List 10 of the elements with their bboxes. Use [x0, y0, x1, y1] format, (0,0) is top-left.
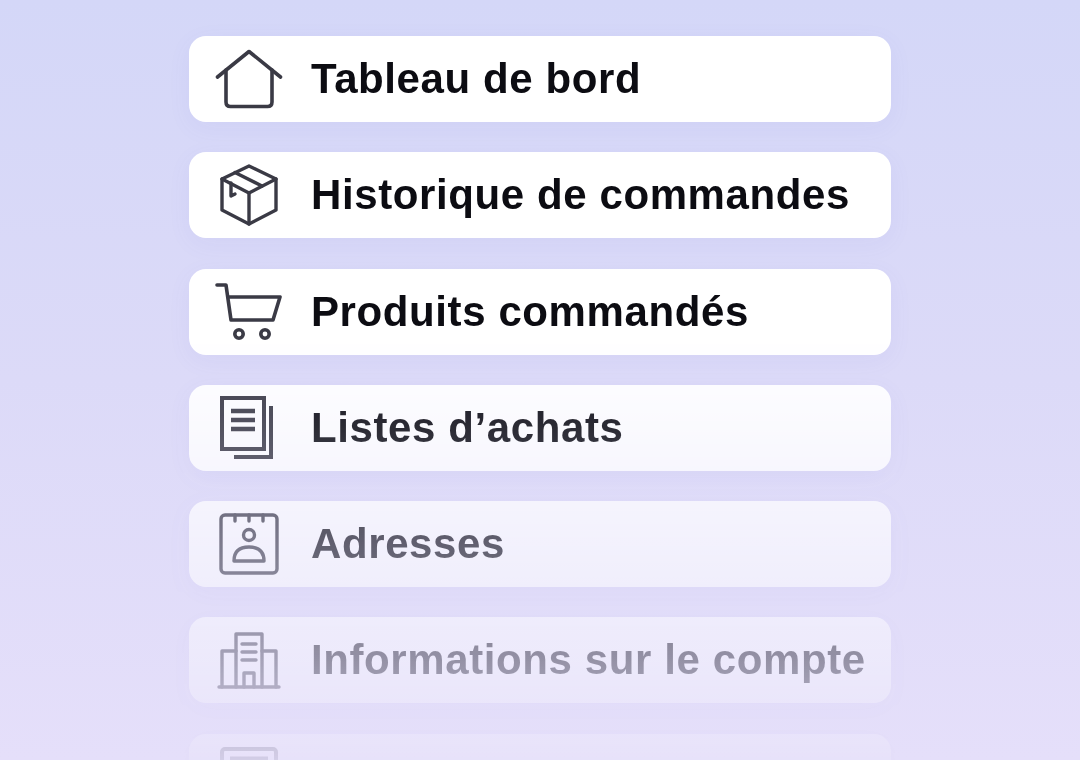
menu-item[interactable]: Historique de commandes: [189, 152, 891, 239]
menu-item[interactable]: Tableau de bord: [189, 36, 891, 122]
building-icon: [217, 631, 281, 690]
menu-item[interactable]: Listes d’achats: [189, 384, 891, 471]
cart-icon: [215, 281, 283, 342]
menu-item[interactable]: Adresses: [189, 501, 891, 588]
person-card-icon: [219, 513, 279, 576]
home-icon: [215, 49, 283, 109]
box-icon: [220, 164, 278, 227]
menu-item[interactable]: Produits commandés: [189, 268, 891, 355]
